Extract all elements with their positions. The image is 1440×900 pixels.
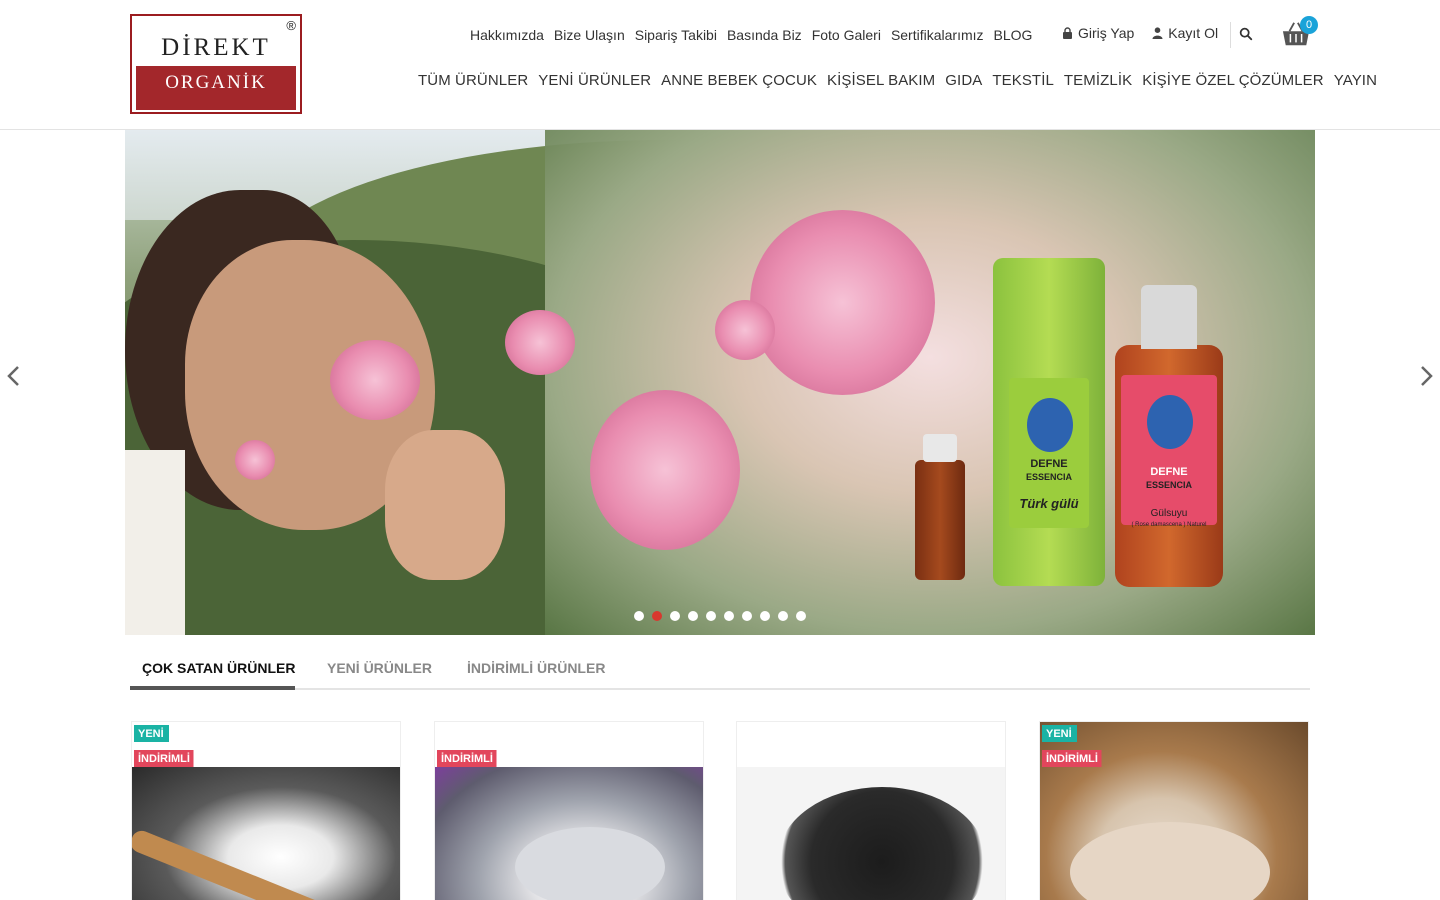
product-card[interactable]: YENİ İNDİRİMLİ xyxy=(131,721,401,900)
topnav-foto-galeri[interactable]: Foto Galeri xyxy=(812,27,881,43)
rose-flower xyxy=(750,210,935,395)
product-image xyxy=(435,767,703,900)
bottle2-name: Gülsuyu xyxy=(1150,508,1188,519)
cart-count-badge: 0 xyxy=(1300,16,1318,34)
logo-line1: DİREKT xyxy=(161,34,271,61)
slider-dot-10[interactable] xyxy=(796,611,806,621)
login-link[interactable]: Giriş Yap xyxy=(1062,25,1134,41)
product-image xyxy=(1040,722,1308,900)
nav-temizlik[interactable]: TEMİZLİK xyxy=(1064,72,1132,89)
active-tab-indicator xyxy=(130,686,295,690)
product-tabs: ÇOK SATAN ÜRÜNLER YENİ ÜRÜNLER İNDİRİMLİ… xyxy=(130,648,1310,690)
badge-new: YENİ xyxy=(1042,725,1086,742)
site-header: DİREKT ORGANİK ® Hakkımızda Bize Ulaşın … xyxy=(0,0,1440,130)
bottle1-sub: ESSENCIA xyxy=(1025,472,1072,482)
nav-anne-bebek-cocuk[interactable]: ANNE BEBEK ÇOCUK xyxy=(661,72,817,89)
slider-dot-4[interactable] xyxy=(688,611,698,621)
black-seeds xyxy=(777,787,987,900)
register-label: Kayıt Ol xyxy=(1168,25,1219,41)
nav-kisiye-ozel-cozumler[interactable]: KİŞİYE ÖZEL ÇÖZÜMLER xyxy=(1142,72,1323,89)
defne-emblem-icon xyxy=(1147,395,1193,449)
site-logo[interactable]: DİREKT ORGANİK ® xyxy=(130,14,302,114)
bottle2-sub: ESSENCIA xyxy=(1145,480,1192,490)
main-navigation: TÜM ÜRÜNLER YENİ ÜRÜNLER ANNE BEBEK ÇOCU… xyxy=(418,72,1377,89)
topnav-siparis-takibi[interactable]: Sipariş Takibi xyxy=(635,27,717,43)
nav-yeni-urunler[interactable]: YENİ ÜRÜNLER xyxy=(538,72,651,89)
badge-discount: İNDİRİMLİ xyxy=(134,750,204,767)
topnav-hakkimizda[interactable]: Hakkımızda xyxy=(470,27,544,43)
chevron-right-icon xyxy=(1421,366,1433,386)
defne-emblem-icon xyxy=(1027,398,1073,452)
measuring-spoon xyxy=(515,827,665,900)
topnav-basinda-biz[interactable]: Basında Biz xyxy=(727,27,802,43)
register-link[interactable]: Kayıt Ol xyxy=(1152,25,1218,41)
login-label: Giriş Yap xyxy=(1078,25,1135,41)
search-button[interactable] xyxy=(1239,27,1255,43)
rose-flower xyxy=(715,300,775,360)
tab-cok-satan[interactable]: ÇOK SATAN ÜRÜNLER xyxy=(142,660,295,676)
slide-woman-shoulder xyxy=(125,450,185,635)
logo-line2: ORGANİK xyxy=(136,66,296,110)
dropper-cap xyxy=(923,434,957,462)
rose-flower xyxy=(590,390,740,550)
bottle1-name: Türk gülü xyxy=(1019,496,1079,511)
nav-tum-urunler[interactable]: TÜM ÜRÜNLER xyxy=(418,72,528,89)
slider-dot-7[interactable] xyxy=(742,611,752,621)
topnav-bize-ulasin[interactable]: Bize Ulaşın xyxy=(554,27,625,43)
lock-icon xyxy=(1063,27,1072,39)
nav-kisisel-bakim[interactable]: KİŞİSEL BAKIM xyxy=(827,72,935,89)
badge-discount: İNDİRİMLİ xyxy=(1042,750,1112,767)
product-image xyxy=(132,767,400,900)
bottle2-desc: ( Rose damascena ) Naturel xyxy=(1131,522,1207,528)
nav-gida[interactable]: GIDA xyxy=(945,72,982,89)
slider-dot-9[interactable] xyxy=(778,611,788,621)
slide-woman-hand xyxy=(385,430,505,580)
user-icon xyxy=(1152,27,1163,39)
slider-dot-1[interactable] xyxy=(634,611,644,621)
tab-yeni-urunler[interactable]: YENİ ÜRÜNLER xyxy=(327,660,432,676)
header-divider xyxy=(1230,22,1231,48)
product-card[interactable]: İNDİRİMLİ xyxy=(434,721,704,900)
badge-new: YENİ xyxy=(134,725,178,742)
user-links: Giriş Yap Kayıt Ol xyxy=(1062,25,1218,41)
nav-yayin[interactable]: YAYIN xyxy=(1334,72,1377,89)
slider-dot-3[interactable] xyxy=(670,611,680,621)
registered-mark: ® xyxy=(286,18,296,33)
rose-flower xyxy=(505,310,575,375)
slider-dot-2[interactable] xyxy=(652,611,662,621)
topnav-sertifikalarimiz[interactable]: Sertifikalarımız xyxy=(891,27,984,43)
top-navigation: Hakkımızda Bize Ulaşın Sipariş Takibi Ba… xyxy=(470,25,1032,45)
product-card[interactable]: YENİ İNDİRİMLİ xyxy=(1039,721,1309,900)
chevron-left-icon xyxy=(7,366,19,386)
tab-indirimli-urunler[interactable]: İNDİRİMLİ ÜRÜNLER xyxy=(467,660,605,676)
slider-dots xyxy=(634,611,806,621)
nav-tekstil[interactable]: TEKSTİL xyxy=(992,72,1054,89)
wooden-spoon xyxy=(132,827,350,900)
flour-bowl xyxy=(1070,822,1270,900)
rose-flower xyxy=(235,440,275,480)
dropper-bottle xyxy=(915,434,965,580)
slider-next-button[interactable] xyxy=(1416,364,1436,388)
slider-dot-8[interactable] xyxy=(760,611,770,621)
product-image xyxy=(737,767,1005,900)
rose-flower xyxy=(330,340,420,420)
spray-nozzle xyxy=(1141,285,1197,349)
slider-dot-6[interactable] xyxy=(724,611,734,621)
topnav-blog[interactable]: BLOG xyxy=(994,27,1033,43)
search-icon xyxy=(1239,27,1253,41)
hero-slider[interactable]: DEFNE ESSENCIA Türk gülü DEFNE ESSENCIA … xyxy=(125,130,1315,635)
bottle2-brand: DEFNE xyxy=(1150,466,1188,478)
slider-dot-5[interactable] xyxy=(706,611,716,621)
badge-discount: İNDİRİMLİ xyxy=(437,750,507,767)
product-card[interactable] xyxy=(736,721,1006,900)
slider-prev-button[interactable] xyxy=(4,364,24,388)
bottle1-brand: DEFNE xyxy=(1030,458,1068,470)
